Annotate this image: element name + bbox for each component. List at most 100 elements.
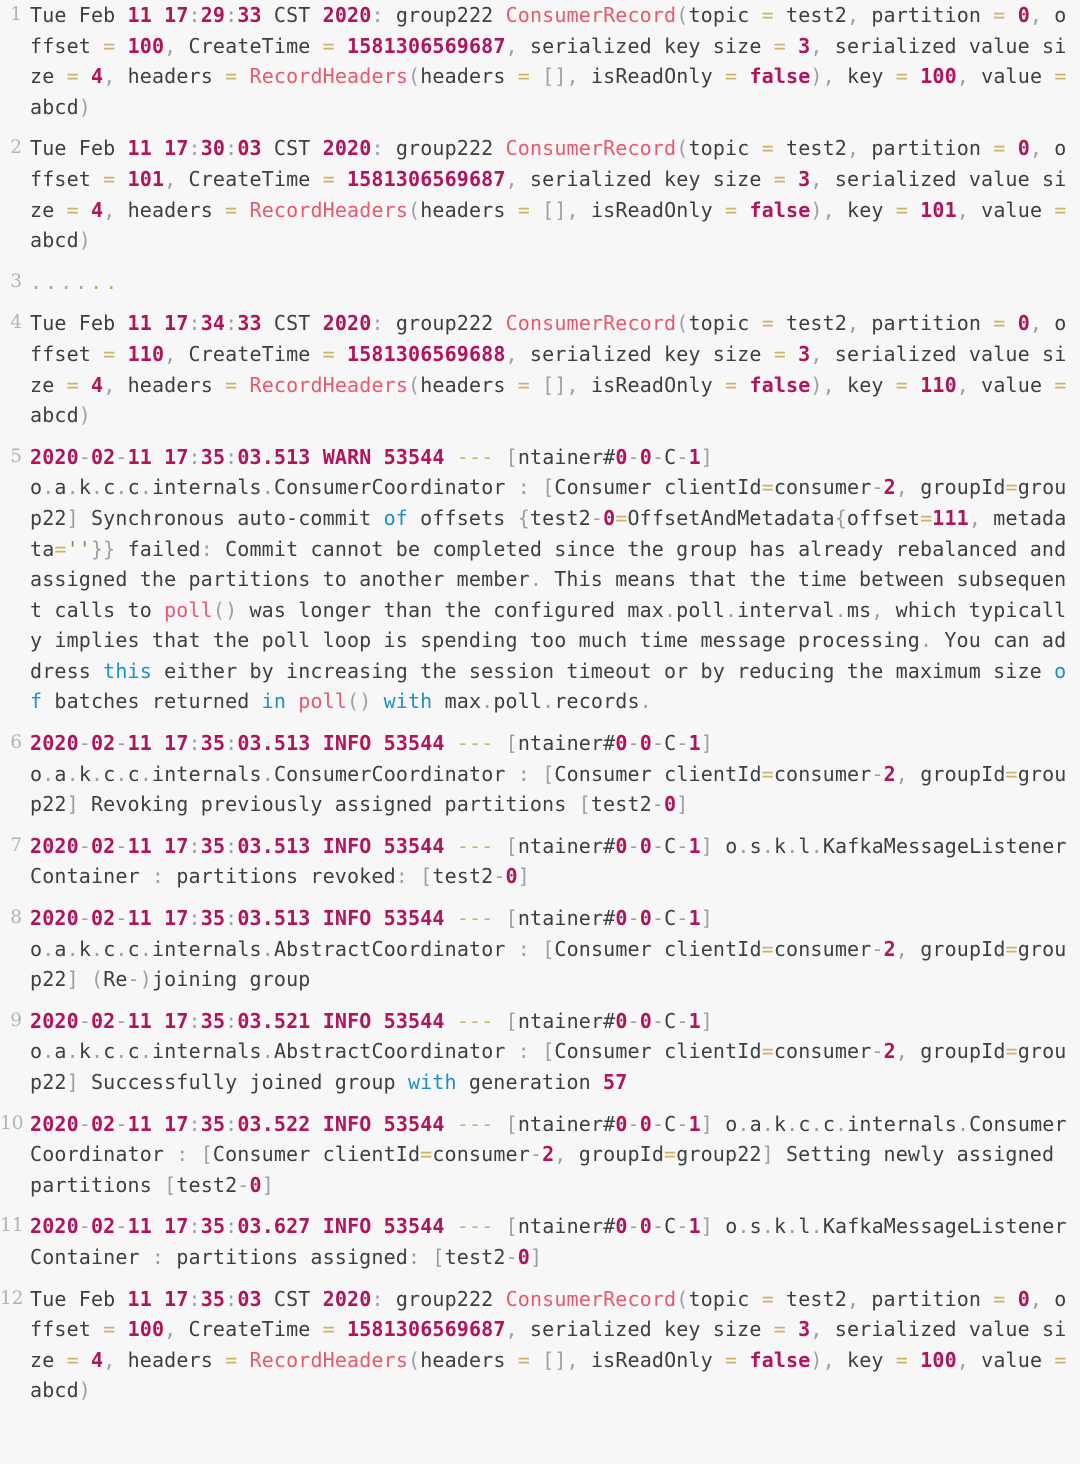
token-punc: .	[91, 475, 104, 500]
token-punc: -	[676, 1111, 689, 1136]
token-num: 53544	[383, 833, 445, 858]
token-op: ---	[456, 1008, 494, 1033]
token-punc: .	[42, 936, 55, 961]
token-plain: either by increasing the session timeout…	[151, 658, 1055, 683]
token-num: 02	[90, 906, 116, 931]
token-num: 100	[127, 1317, 165, 1342]
token-num: 0	[1017, 1286, 1030, 1311]
token-punc: [	[505, 906, 518, 931]
token-num: 3	[798, 166, 811, 191]
token-num: 0	[615, 731, 628, 756]
token-num: 0	[615, 906, 628, 931]
token-plain: C	[664, 833, 677, 858]
token-plain: o	[30, 936, 43, 961]
token-plain: groupId	[908, 936, 1006, 961]
token-punc: :	[225, 1008, 238, 1033]
token-num: 0	[664, 792, 677, 817]
token-num: 53544	[383, 1214, 445, 1239]
token-num: false	[749, 1347, 811, 1372]
log-line-content: Tue Feb 11 17:35:03 CST 2020: group222 C…	[30, 1284, 1074, 1406]
token-punc: -	[651, 833, 665, 858]
token-punc: [	[505, 1111, 518, 1136]
token-punc: -	[651, 792, 664, 817]
token-plain: partitions assigned	[164, 1244, 408, 1269]
log-line-content: 2020-02-11 17:35:03.513 INFO 53544 --- […	[30, 728, 1074, 820]
token-name: ConsumerRecord	[505, 136, 677, 161]
log-code-block[interactable]: 1 Tue Feb 11 17:29:33 CST 2020: group222 …	[0, 0, 1080, 1406]
token-punc: ]	[700, 1008, 713, 1033]
token-punc: .	[115, 936, 128, 961]
token-num: 53544	[383, 731, 445, 756]
token-punc: ,	[103, 1347, 116, 1372]
token-plain: value	[968, 197, 1055, 222]
token-num: 03.521	[237, 1008, 311, 1033]
token-plain: partition	[859, 136, 994, 161]
token-punc: -	[115, 731, 128, 756]
line-number: 8	[10, 907, 22, 929]
token-num: 33	[237, 3, 262, 27]
token-plain: isReadOnly	[578, 1347, 726, 1372]
token-op: =	[761, 761, 774, 786]
token-punc: {	[517, 505, 530, 530]
token-plain: k	[78, 936, 92, 961]
token-punc: ,	[1029, 1286, 1043, 1311]
token-num: 0	[639, 833, 652, 858]
token-plain: OffsetAndMetadata	[627, 505, 835, 530]
token-punc: -	[676, 1008, 689, 1033]
token-punc: -	[871, 936, 884, 961]
token-plain: ntainer#	[517, 1111, 616, 1136]
token-name: poll	[298, 689, 348, 714]
token-punc: ,	[1029, 3, 1043, 27]
token-punc: .	[737, 833, 750, 858]
token-punc: -	[115, 1214, 128, 1239]
token-punc: :	[176, 1142, 189, 1167]
token-plain: internals	[152, 1039, 262, 1064]
token-plain: c	[127, 475, 140, 500]
token-num: 0	[615, 1111, 628, 1136]
token-plain: key	[834, 64, 896, 89]
token-punc: :	[225, 1286, 238, 1311]
line-number: 11	[0, 1215, 24, 1237]
token-punc: -	[871, 475, 884, 500]
token-num: 03.513	[237, 833, 311, 858]
token-num: 17	[164, 906, 189, 931]
token-punc: -	[505, 1244, 518, 1269]
token-punc: .	[261, 936, 274, 961]
token-punc: .	[724, 597, 738, 622]
log-line: 9 2020-02-11 17:35:03.521 INFO 53544 --- …	[0, 1006, 1080, 1098]
token-op: =	[225, 372, 238, 397]
token-plain: o	[725, 1111, 738, 1136]
token-plain: ntainer#	[517, 833, 616, 858]
token-num: 03	[237, 1286, 262, 1311]
token-plain: topic	[688, 3, 762, 27]
token-punc: .	[66, 1039, 79, 1064]
token-num: 17	[164, 1111, 189, 1136]
token-punc: -	[78, 731, 91, 756]
token-plain: headers	[420, 64, 518, 89]
token-num: 11	[127, 833, 152, 858]
token-punc: -	[78, 1214, 91, 1239]
token-punc: .	[115, 1039, 128, 1064]
token-plain: c	[103, 761, 116, 786]
token-num: 11	[127, 1008, 152, 1033]
token-punc: []	[542, 64, 567, 89]
token-plain: c	[127, 1039, 140, 1064]
token-punc: ]	[517, 864, 530, 889]
token-num: 57	[603, 1070, 628, 1094]
token-str: ''	[66, 536, 91, 561]
token-op: =	[761, 1039, 774, 1064]
token-punc: ()	[212, 597, 238, 622]
